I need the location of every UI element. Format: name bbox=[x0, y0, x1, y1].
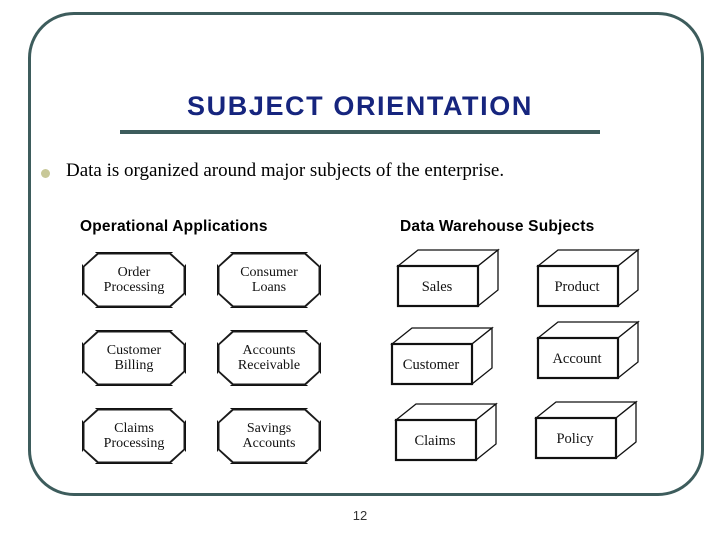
octagon-shape-claims-processing: Claims Processing bbox=[82, 408, 186, 464]
cube-shape-customer: Customer bbox=[388, 326, 496, 388]
cube-shape-sales: Sales bbox=[394, 248, 502, 310]
bullet-text: Data is organized around major subjects … bbox=[66, 160, 505, 181]
octagon-shape-consumer-loans: Consumer Loans bbox=[217, 252, 321, 308]
octagon-shape-accounts-receivable: Accounts Receivable bbox=[217, 330, 321, 386]
column-heading-data-warehouse-subjects: Data Warehouse Subjects bbox=[400, 218, 595, 235]
bullet-list-item: Data is organized around major subjects … bbox=[36, 158, 636, 188]
title-divider bbox=[120, 130, 600, 134]
cube-shape-policy: Policy bbox=[532, 400, 640, 462]
cube-label: Policy bbox=[556, 430, 594, 447]
cube-shape-account: Account bbox=[534, 320, 642, 382]
bullet-point-icon bbox=[41, 169, 50, 178]
page-number: 12 bbox=[352, 508, 368, 523]
octagon-shape-savings-accounts: Savings Accounts bbox=[217, 408, 321, 464]
cube-shape-product: Product bbox=[534, 248, 642, 310]
cube-label: Claims bbox=[414, 432, 456, 449]
cube-label: Product bbox=[554, 278, 600, 295]
octagon-label: Order Processing bbox=[103, 264, 165, 295]
octagon-label: Customer Billing bbox=[106, 342, 162, 373]
slide-canvas: SUBJECT ORIENTATION Data is organized ar… bbox=[0, 0, 720, 540]
octagon-label: Accounts Receivable bbox=[237, 342, 301, 373]
octagon-label: Consumer Loans bbox=[240, 264, 298, 295]
octagon-shape-customer-billing: Customer Billing bbox=[82, 330, 186, 386]
cube-label: Sales bbox=[421, 278, 453, 295]
cube-label: Customer bbox=[402, 356, 460, 373]
cube-shape-claims: Claims bbox=[392, 402, 500, 464]
column-heading-operational-applications: Operational Applications bbox=[80, 218, 268, 235]
page-title: SUBJECT ORIENTATION bbox=[187, 91, 533, 121]
subject-orientation-diagram: Operational Applications Data Warehouse … bbox=[62, 212, 662, 480]
octagon-shape-order-processing: Order Processing bbox=[82, 252, 186, 308]
octagon-label: Claims Processing bbox=[103, 420, 165, 451]
cube-label: Account bbox=[552, 350, 602, 367]
octagon-label: Savings Accounts bbox=[242, 420, 296, 451]
